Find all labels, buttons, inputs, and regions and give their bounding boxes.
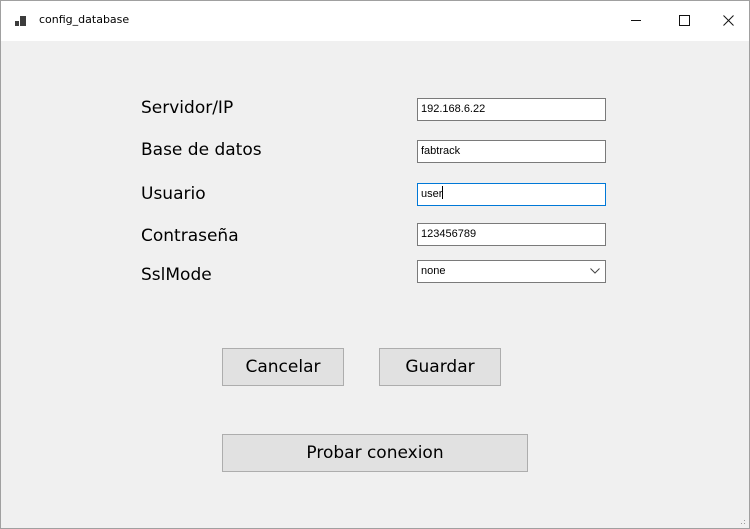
maximize-icon [678,15,690,26]
minimize-icon [630,20,641,21]
close-icon [722,15,734,26]
sslmode-select-value: none [421,265,446,277]
app-window-icon [15,16,27,28]
password-input-value: 123456789 [421,228,477,240]
database-input[interactable]: fabtrack [417,140,606,163]
text-caret [442,186,444,199]
user-label: Usuario [141,184,206,204]
save-button[interactable]: Guardar [379,348,501,386]
config-database-window: config_database Servidor/IP Base de dato… [0,0,750,529]
password-input[interactable]: 123456789 [417,223,606,246]
user-input-value: user [421,188,443,200]
server-label: Servidor/IP [141,98,234,118]
maximize-button[interactable] [661,1,707,41]
server-input[interactable]: 192.168.6.22 [417,98,606,121]
close-button[interactable] [705,1,750,41]
resize-grip-icon[interactable] [738,517,746,525]
title-bar[interactable]: config_database [1,1,749,41]
server-input-value: 192.168.6.22 [421,103,486,115]
sslmode-label: SslMode [141,265,212,285]
database-input-value: fabtrack [421,145,461,157]
minimize-button[interactable] [613,1,659,41]
password-label: Contraseña [141,226,239,246]
cancel-button[interactable]: Cancelar [222,348,344,386]
chevron-down-icon [590,268,600,274]
sslmode-select[interactable]: none [417,260,606,283]
database-label: Base de datos [141,140,262,160]
window-title: config_database [39,13,130,26]
user-input[interactable]: user [417,183,606,206]
test-connection-button[interactable]: Probar conexion [222,434,528,472]
